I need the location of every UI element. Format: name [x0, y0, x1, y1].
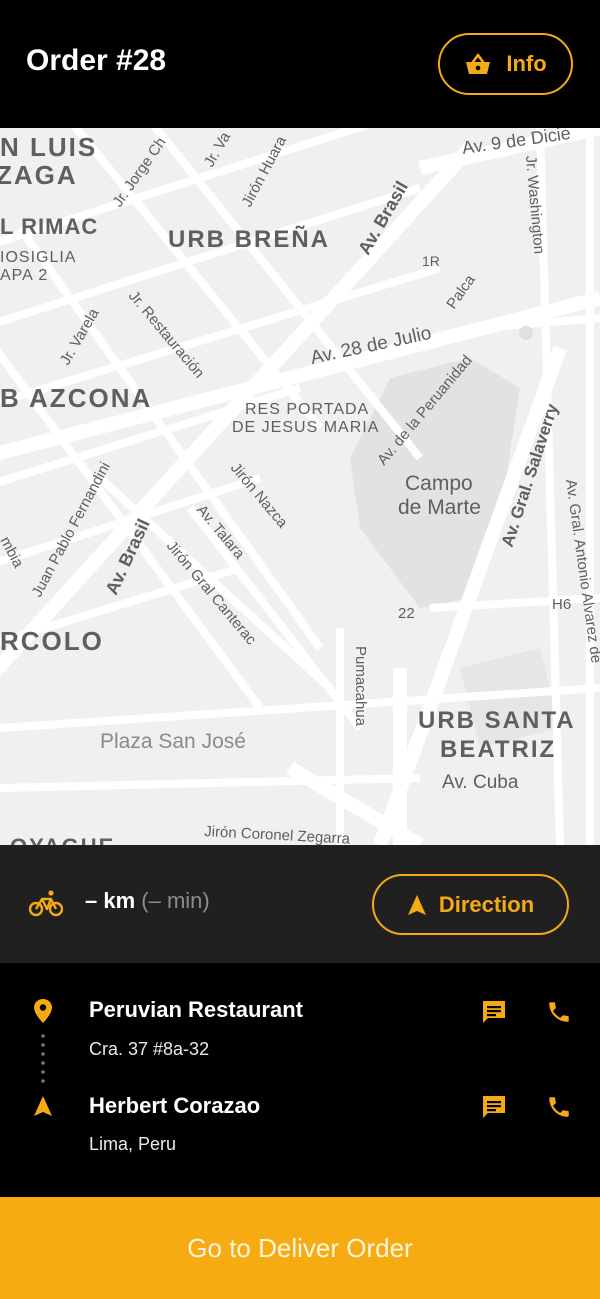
- map-label: Pumacahua: [352, 646, 369, 727]
- map-label: de Marte: [398, 496, 481, 519]
- map-label: ZAGA: [0, 160, 78, 190]
- route-dots: [41, 1034, 45, 1083]
- map-label: IOSIGLIA: [0, 249, 76, 266]
- map-canvas: N LUIS ZAGA L RIMAC IOSIGLIA APA 2 URB B…: [0, 128, 600, 845]
- map-label: Jirón Nazca: [227, 460, 291, 532]
- chat-icon[interactable]: [481, 1094, 507, 1120]
- map-label: H6: [552, 596, 571, 613]
- eta-text: – km (– min): [85, 888, 210, 914]
- chat-icon[interactable]: [481, 999, 507, 1025]
- map-label: Campo: [405, 472, 473, 495]
- phone-icon[interactable]: [546, 1094, 572, 1120]
- bicycle-icon: [29, 890, 63, 917]
- deliver-order-button[interactable]: Go to Deliver Order: [0, 1197, 600, 1299]
- map-label: Palca: [443, 271, 479, 312]
- info-button[interactable]: Info: [438, 33, 573, 95]
- phone-icon[interactable]: [546, 999, 572, 1025]
- map-label: Jr. Restauración: [125, 288, 208, 382]
- info-button-label: Info: [506, 51, 547, 76]
- map-label: Jr. Va: [201, 129, 235, 170]
- distance-km: – km: [85, 888, 136, 913]
- map-label: RCOLO: [0, 626, 104, 656]
- map-label: Av. Cuba: [442, 772, 519, 793]
- map-view[interactable]: N LUIS ZAGA L RIMAC IOSIGLIA APA 2 URB B…: [0, 128, 600, 845]
- map-label: 1R: [422, 253, 440, 269]
- pickup-name: Peruvian Restaurant: [89, 997, 303, 1022]
- map-label: DE JESUS MARIA: [232, 419, 379, 436]
- navigation-arrow-icon: [34, 1096, 52, 1116]
- basket-icon: [466, 53, 491, 74]
- distance-bar: – km (– min) Direction: [0, 845, 600, 963]
- top-bar: Order #28 Info: [0, 0, 600, 128]
- map-label: B AZCONA: [0, 383, 152, 413]
- direction-button[interactable]: Direction: [372, 874, 569, 935]
- map-label: APA 2: [0, 267, 48, 284]
- map-label: Jirón Coronel Zegarra: [204, 823, 351, 845]
- map-label: Av. Gral. Antonio Alvarez de: [562, 478, 600, 664]
- page-title: Order #28: [26, 44, 167, 77]
- map-label: OYAGUE: [10, 834, 115, 845]
- map-label: Plaza San José: [100, 730, 246, 753]
- location-pin-icon: [34, 999, 52, 1023]
- dropoff-address: Lima, Peru: [89, 1134, 177, 1154]
- dropoff-name: Herbert Corazao: [89, 1093, 261, 1118]
- map-label: L RIMAC: [0, 214, 98, 239]
- duration-min: (– min): [141, 888, 210, 913]
- pickup-address: Cra. 37 #8a-32: [89, 1039, 210, 1059]
- navigation-arrow-icon: [407, 894, 426, 915]
- map-label: RES PORTADA: [245, 401, 369, 418]
- map-label: Jirón Huara: [239, 133, 291, 210]
- route-details: Peruvian Restaurant Cra. 37 #8a-32 Herbe…: [0, 963, 600, 1197]
- direction-button-label: Direction: [438, 891, 535, 917]
- map-label: URB SANTA: [418, 707, 576, 734]
- map-label: N LUIS: [0, 132, 97, 162]
- map-label: URB BREÑA: [168, 225, 330, 253]
- map-label: 22: [398, 605, 415, 622]
- map-label: BEATRIZ: [440, 736, 556, 763]
